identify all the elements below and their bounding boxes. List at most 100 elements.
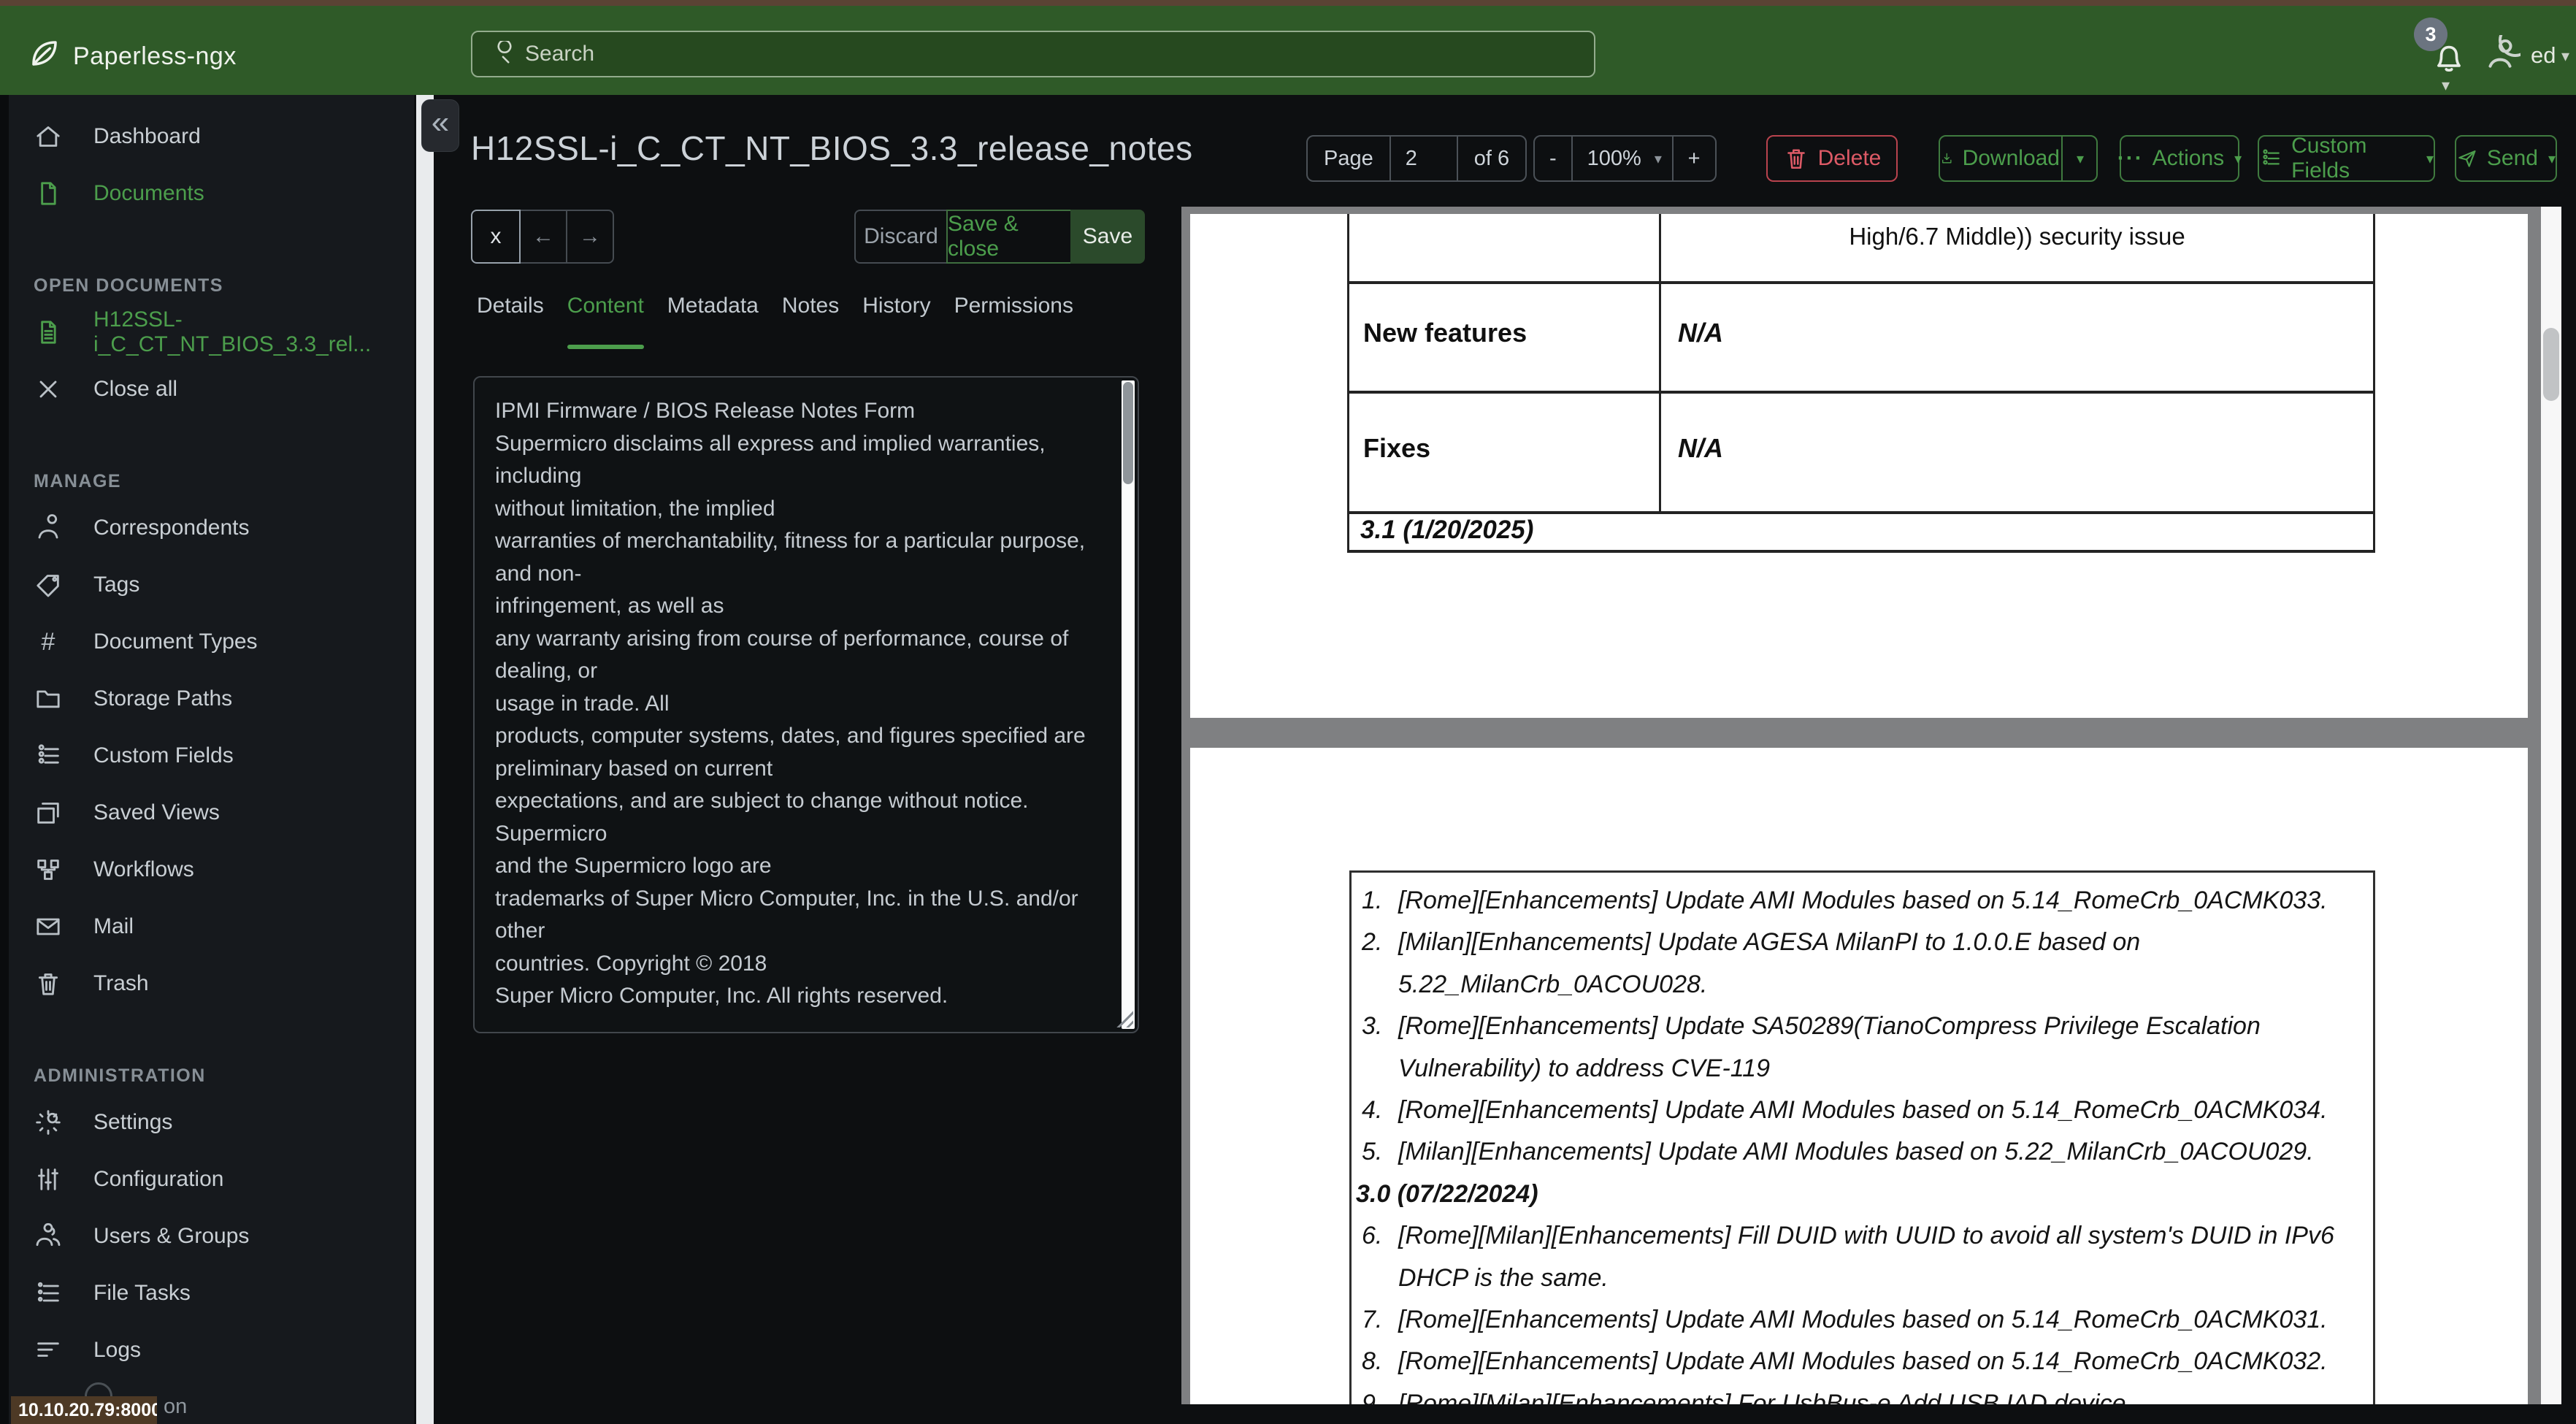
table-border: [1347, 281, 2375, 284]
textarea-scrollbar[interactable]: [1122, 380, 1135, 1029]
sidebar-collapse-button[interactable]: «: [421, 99, 459, 152]
tab-label: Permissions: [954, 294, 1073, 318]
sidebar-item[interactable]: Saved Views: [0, 784, 414, 841]
content-textarea[interactable]: IPMI Firmware / BIOS Release Notes Form …: [473, 376, 1139, 1033]
tab[interactable]: History: [862, 294, 930, 375]
notifications-button[interactable]: 3 ▾: [2414, 18, 2488, 94]
list-number: 4.: [1362, 1096, 1383, 1125]
sidebar-item[interactable]: Close all: [0, 361, 414, 418]
sidebar-item[interactable]: Logs: [0, 1322, 414, 1379]
sidebar-item[interactable]: Mail: [0, 898, 414, 955]
sidebar-item-label: ADMINISTRATION: [34, 1065, 206, 1086]
table-border: [1659, 214, 1661, 511]
actions-button[interactable]: ··· Actions ▾: [2117, 135, 2242, 182]
release-note-line: 8. [Rome][Enhancements] Update AMI Modul…: [1362, 1341, 2363, 1382]
user-menu[interactable]: ed: [2531, 42, 2556, 69]
sidebar-item-icon: [34, 513, 63, 543]
tab[interactable]: Notes: [782, 294, 839, 375]
tab-label: Details: [477, 294, 544, 318]
send-button[interactable]: Send ▾: [2455, 135, 2557, 182]
sidebar-item-label: Documents: [93, 181, 204, 205]
sidebar-item-label: File Tasks: [93, 1281, 191, 1305]
sidebar-item-label: Close all: [93, 377, 178, 401]
download-dropdown-toggle[interactable]: ▾: [2061, 137, 2096, 180]
sidebar-item[interactable]: Correspondents: [0, 499, 414, 556]
sidebar-item-icon: [34, 855, 63, 884]
document-tabs: Details Content Metadata Notes History P…: [477, 294, 1073, 375]
list-text: Vulnerability) to address CVE-119: [1398, 1054, 1771, 1082]
window-left-edge: [0, 95, 9, 1424]
sidebar-item-icon: [34, 1108, 63, 1137]
sidebar-item-icon: [34, 122, 63, 151]
tab-label: Content: [567, 294, 644, 318]
save-button[interactable]: Save: [1070, 210, 1145, 264]
save-and-close-button[interactable]: Save & close: [946, 210, 1072, 264]
next-document-button[interactable]: →: [566, 210, 614, 264]
sidebar-item[interactable]: # Document Types: [0, 613, 414, 670]
close-document-button[interactable]: x: [471, 210, 521, 264]
chevron-down-icon: ▾: [1654, 150, 1662, 167]
zoom-level-select[interactable]: 100% ▾: [1571, 137, 1672, 180]
document-title: H12SSL-i_C_CT_NT_BIOS_3.3_release_notes: [471, 129, 1193, 167]
release-note-line: 9. [Rome][Milan][Enhancements] For UsbBu…: [1362, 1383, 2363, 1404]
sidebar-item[interactable]: H12SSL-i_C_CT_NT_BIOS_3.3_rel...: [0, 304, 414, 361]
zoom-out-button[interactable]: -: [1535, 137, 1571, 180]
tab[interactable]: Permissions: [954, 294, 1073, 375]
list-text: 3.0 (07/22/2024): [1356, 1179, 1538, 1208]
search-input[interactable]: [525, 42, 1594, 66]
list-number: 3.: [1362, 1012, 1383, 1041]
pdf-preview[interactable]: High/6.7 Middle)) security issue New fea…: [1181, 207, 2561, 1404]
sidebar-item[interactable]: Configuration: [0, 1151, 414, 1208]
tab[interactable]: Content: [567, 294, 644, 375]
page-number-input[interactable]: [1390, 146, 1457, 171]
pdf-scrollbar[interactable]: [2541, 207, 2561, 1404]
sidebar-item[interactable]: Storage Paths: [0, 670, 414, 727]
sidebar-item[interactable]: Settings: [0, 1094, 414, 1151]
sidebar-item[interactable]: Tags: [0, 556, 414, 613]
release-note-line: 3.0 (07/22/2024): [1356, 1174, 2363, 1215]
sidebar-item[interactable]: MANAGE: [0, 463, 414, 499]
sidebar-item-label: H12SSL-i_C_CT_NT_BIOS_3.3_rel...: [93, 307, 372, 356]
pdf-scrollbar-thumb[interactable]: [2543, 328, 2559, 401]
table-border: [2373, 214, 2375, 553]
sidebar-item[interactable]: Trash: [0, 955, 414, 1012]
sidebar-item[interactable]: OPEN DOCUMENTS: [0, 267, 414, 304]
table-border: [1347, 511, 2375, 514]
sidebar-item-label: Mail: [93, 914, 134, 938]
zoom-in-button[interactable]: +: [1671, 137, 1715, 180]
page-count-label: of 6: [1456, 137, 1525, 180]
sidebar-item[interactable]: Workflows: [0, 841, 414, 898]
previous-document-button[interactable]: ←: [519, 210, 567, 264]
sidebar-item[interactable]: Documents: [0, 165, 414, 222]
list-text: DHCP is the same.: [1398, 1263, 1609, 1292]
sidebar-item[interactable]: Users & Groups: [0, 1208, 414, 1265]
list-number: [1362, 1048, 1398, 1090]
sidebar-item-label: Dashboard: [93, 124, 201, 148]
avatar[interactable]: [2480, 35, 2521, 76]
download-button[interactable]: Download ▾: [1939, 135, 2098, 182]
sidebar-item[interactable]: File Tasks: [0, 1265, 414, 1322]
sidebar-scrollbar[interactable]: [416, 95, 434, 1424]
sidebar-item[interactable]: ADMINISTRATION: [0, 1057, 414, 1094]
tab[interactable]: Metadata: [667, 294, 759, 375]
release-note-line: Vulnerability) to address CVE-119: [1362, 1048, 2363, 1090]
textarea-scrollbar-thumb[interactable]: [1123, 382, 1133, 484]
custom-fields-button[interactable]: Custom Fields ▾: [2258, 134, 2435, 183]
sidebar-item-label: Tags: [93, 573, 140, 597]
release-note-line: 1. [Rome][Enhancements] Update AMI Modul…: [1362, 880, 2363, 922]
page-label: Page: [1324, 146, 1373, 170]
sidebar-item-icon: [34, 1222, 63, 1251]
list-text: [Rome][Milan][Enhancements] For UsbBus-e…: [1398, 1389, 2126, 1404]
caret-down-icon: ▾: [2426, 150, 2434, 167]
sidebar-item-icon: [34, 798, 63, 827]
discard-button[interactable]: Discard: [854, 210, 948, 264]
custom-fields-icon: [2259, 145, 2282, 172]
sidebar-item[interactable]: Dashboard: [0, 108, 414, 165]
global-search[interactable]: [471, 31, 1595, 77]
tab[interactable]: Details: [477, 294, 544, 375]
sidebar-item[interactable]: Custom Fields: [0, 727, 414, 784]
delete-button[interactable]: Delete: [1766, 135, 1898, 182]
sidebar: Dashboard Documents OPEN DOCUMENTS H12SS…: [0, 95, 414, 1424]
sidebar-item-icon: [34, 741, 63, 770]
caret-down-icon: ▾: [2548, 150, 2556, 167]
